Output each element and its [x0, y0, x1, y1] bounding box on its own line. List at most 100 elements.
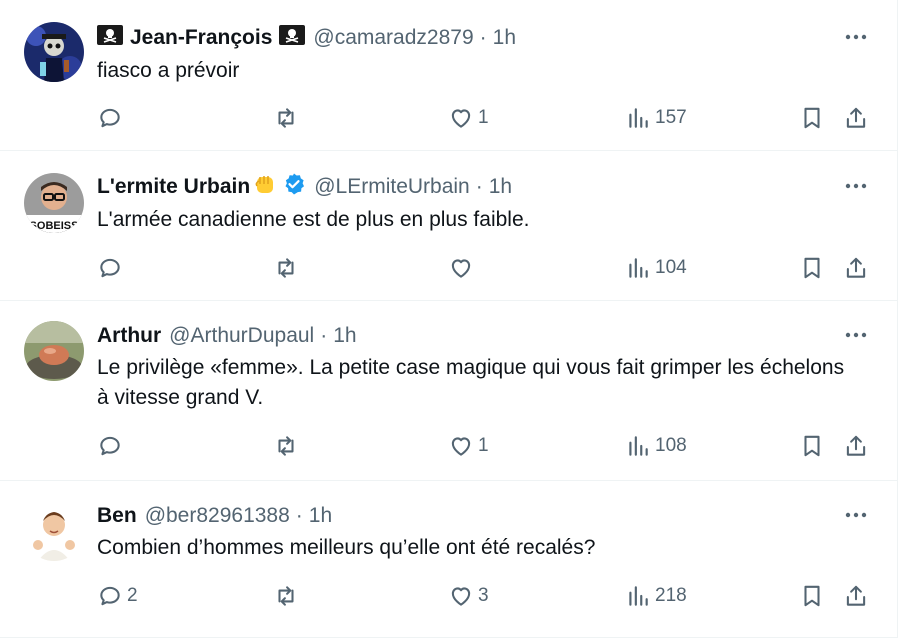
tweet[interactable]: Jean-François @camaradz2879 · 1h fiasco … — [0, 0, 898, 151]
tweet-header: Arthur @ArthurDupaul · 1h — [97, 323, 357, 349]
more-icon[interactable] — [844, 323, 868, 347]
display-name[interactable]: L'ermite Urbain — [97, 175, 250, 199]
views-button[interactable]: 108 — [625, 431, 687, 461]
avatar[interactable] — [24, 501, 84, 561]
share-icon — [846, 257, 866, 278]
views-icon — [629, 258, 648, 278]
user-handle[interactable]: @ArthurDupaul — [169, 324, 314, 348]
views-button[interactable]: 218 — [625, 581, 687, 611]
share-button[interactable] — [843, 581, 869, 611]
more-icon[interactable] — [844, 25, 868, 49]
man-with-glasses-avatar-image: SOBEISS — [24, 173, 84, 233]
separator-dot: · — [320, 324, 328, 347]
like-button[interactable]: 1 — [448, 431, 489, 461]
retweet-button[interactable] — [273, 253, 303, 283]
avatar[interactable] — [24, 22, 84, 82]
views-button[interactable]: 104 — [625, 253, 687, 283]
share-icon — [846, 585, 866, 606]
tweet-text: fiasco a prévoir — [97, 59, 240, 82]
like-icon — [451, 109, 471, 128]
separator-dot: · — [475, 175, 483, 198]
avatar[interactable] — [24, 321, 84, 381]
tweet-actions: 104 — [97, 253, 877, 283]
reply-button[interactable]: 2 — [97, 581, 138, 611]
reply-button[interactable] — [97, 431, 127, 461]
tweet-header: L'ermite Urbain @LErmiteUrbain · 1h — [97, 171, 512, 203]
like-button[interactable]: 1 — [448, 103, 489, 133]
share-icon — [846, 107, 866, 128]
like-button[interactable]: 3 — [448, 581, 489, 611]
reply-button[interactable] — [97, 253, 127, 283]
retweet-icon — [278, 586, 294, 606]
view-count: 108 — [655, 435, 687, 456]
bookmark-button[interactable] — [799, 431, 825, 461]
separator-dot: · — [479, 26, 487, 49]
timestamp[interactable]: 1h — [489, 175, 512, 199]
share-button[interactable] — [843, 103, 869, 133]
separator-dot: · — [295, 504, 303, 527]
bookmark-icon — [804, 257, 820, 279]
like-count: 1 — [478, 435, 489, 456]
tweet-text: Le privilège «femme». La petite case mag… — [97, 356, 845, 409]
reply-button[interactable] — [97, 103, 127, 133]
tweet-header: Ben @ber82961388 · 1h — [97, 503, 332, 529]
tweet[interactable]: Arthur @ArthurDupaul · 1h Le privilège «… — [0, 301, 898, 481]
user-handle[interactable]: @LErmiteUrbain — [314, 175, 470, 199]
user-handle[interactable]: @ber82961388 — [145, 504, 290, 528]
pirate-flag-icon — [279, 25, 306, 51]
raised-fist-emoji — [252, 171, 278, 203]
rock-avatar-image — [24, 321, 84, 381]
like-icon — [451, 259, 471, 278]
like-count: 1 — [478, 107, 489, 128]
views-button[interactable]: 157 — [625, 103, 687, 133]
view-count: 104 — [655, 257, 687, 278]
more-icon[interactable] — [844, 174, 868, 198]
verified-badge-icon[interactable] — [282, 172, 306, 202]
tweet-actions: 1 157 — [97, 103, 877, 133]
tweet-actions: 2 3 218 — [97, 581, 877, 611]
retweet-button[interactable] — [273, 103, 303, 133]
tweet[interactable]: Ben @ber82961388 · 1h Combien d’hommes m… — [0, 481, 898, 638]
view-count: 157 — [655, 107, 687, 128]
reply-feed: Jean-François @camaradz2879 · 1h fiasco … — [0, 0, 898, 638]
avatar-caption: SOBEISS — [30, 220, 79, 232]
bookmark-icon — [804, 435, 820, 457]
skeleton-avatar-image — [24, 22, 84, 82]
like-icon — [451, 587, 471, 606]
bookmark-button[interactable] — [799, 581, 825, 611]
share-button[interactable] — [843, 253, 869, 283]
timestamp[interactable]: 1h — [493, 26, 516, 50]
timestamp[interactable]: 1h — [309, 504, 332, 528]
retweet-button[interactable] — [273, 431, 303, 461]
display-name[interactable]: Jean-François — [130, 26, 272, 50]
view-count: 218 — [655, 585, 687, 606]
views-icon — [629, 436, 648, 456]
display-name[interactable]: Ben — [97, 504, 137, 528]
like-button[interactable] — [448, 253, 478, 283]
timestamp[interactable]: 1h — [333, 324, 356, 348]
tweet-text: Combien d’hommes meilleurs qu’elle ont é… — [97, 536, 596, 559]
retweet-button[interactable] — [273, 581, 303, 611]
avatar[interactable]: SOBEISS — [24, 173, 84, 233]
cartoon-man-avatar-image — [24, 501, 84, 561]
views-icon — [629, 108, 648, 128]
bookmark-icon — [804, 107, 820, 129]
more-icon[interactable] — [844, 503, 868, 527]
bookmark-button[interactable] — [799, 103, 825, 133]
retweet-icon — [278, 258, 294, 278]
user-handle[interactable]: @camaradz2879 — [313, 26, 473, 50]
tweet-text: L'armée canadienne est de plus en plus f… — [97, 208, 530, 231]
reply-icon — [100, 586, 120, 606]
share-icon — [846, 435, 866, 456]
reply-icon — [100, 436, 120, 456]
bookmark-button[interactable] — [799, 253, 825, 283]
display-name[interactable]: Arthur — [97, 324, 161, 348]
retweet-icon — [278, 108, 294, 128]
like-icon — [451, 437, 471, 456]
tweet[interactable]: SOBEISS L'ermite Urbain @LErmiteUrbain ·… — [0, 151, 898, 301]
tweet-header: Jean-François @camaradz2879 · 1h — [97, 25, 516, 51]
bookmark-icon — [804, 585, 820, 607]
retweet-icon — [278, 436, 294, 456]
share-button[interactable] — [843, 431, 869, 461]
views-icon — [629, 586, 648, 606]
